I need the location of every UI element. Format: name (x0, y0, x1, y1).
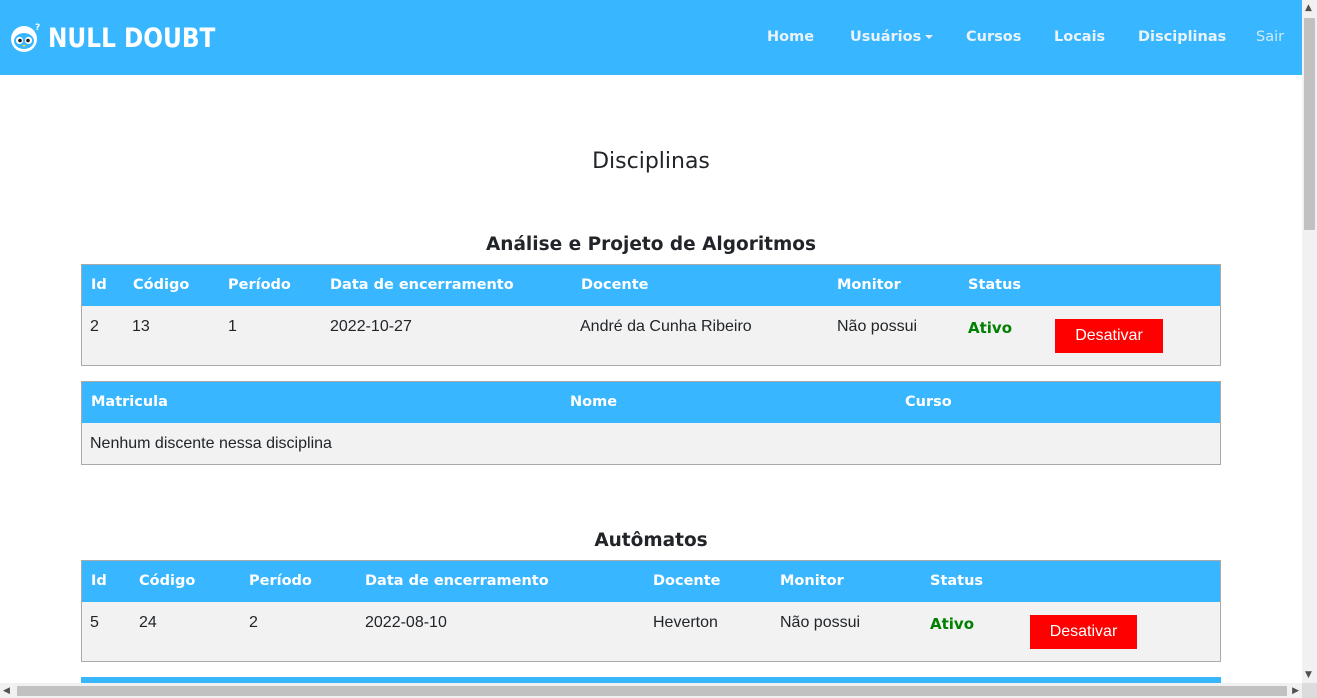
horizontal-scrollbar[interactable]: ◀ ▶ (0, 683, 1302, 698)
nav-sair[interactable]: Sair (1256, 29, 1284, 45)
status-badge: Ativo (968, 319, 1013, 337)
nav-cursos[interactable]: Cursos (966, 29, 1021, 45)
nav-disciplinas[interactable]: Disciplinas (1138, 29, 1226, 45)
scroll-up-icon[interactable]: ▲ (1305, 3, 1312, 13)
vertical-scrollbar-thumb[interactable] (1304, 18, 1315, 230)
cell-codigo: 24 (139, 614, 157, 631)
table-row: 5 24 2 2022-08-10 Heverton Não possui At… (82, 602, 1220, 661)
students-table: Matricula Nome Curso Nenhum discente nes… (81, 381, 1221, 465)
cell-codigo: 13 (132, 318, 150, 335)
nav-home[interactable]: Home (767, 29, 814, 45)
col-id: Id (91, 573, 107, 589)
col-codigo: Código (139, 573, 196, 589)
col-matricula: Matricula (91, 394, 168, 410)
table-header: Matricula Nome Curso (82, 382, 1220, 423)
table-row: 2 13 1 2022-10-27 André da Cunha Ribeiro… (82, 306, 1220, 365)
cell-docente: Heverton (653, 614, 718, 631)
scroll-left-icon[interactable]: ◀ (3, 686, 10, 696)
empty-message: Nenhum discente nessa disciplina (90, 435, 332, 452)
navbar: ? NULL DOUBT Home Usuários Cursos Locais… (0, 0, 1302, 75)
desativar-button[interactable]: Desativar (1030, 615, 1137, 649)
brand[interactable]: ? NULL DOUBT (10, 22, 243, 54)
scrollbar-corner (1302, 683, 1317, 698)
cell-periodo: 2 (249, 614, 258, 631)
cell-periodo: 1 (228, 318, 237, 335)
col-periodo: Período (228, 277, 291, 293)
disciplina-title: Análise e Projeto de Algoritmos (485, 234, 817, 255)
status-badge: Ativo (930, 615, 975, 633)
cell-id: 5 (90, 614, 99, 631)
penguin-icon: ? (11, 23, 40, 52)
scroll-right-icon[interactable]: ▶ (1292, 686, 1299, 696)
table-header: Id Código Período Data de encerramento D… (82, 265, 1220, 306)
brand-name: NULL DOUBT (48, 22, 216, 54)
nav-usuarios-dropdown[interactable]: Usuários (850, 29, 934, 45)
cell-data: 2022-10-27 (330, 318, 412, 335)
empty-row: Nenhum discente nessa disciplina (82, 423, 1220, 464)
col-docente: Docente (581, 277, 649, 293)
cell-docente: André da Cunha Ribeiro (580, 318, 752, 335)
page-title: Disciplinas (592, 149, 710, 174)
col-data: Data de encerramento (330, 277, 514, 293)
cell-monitor: Não possui (780, 614, 861, 631)
col-curso: Curso (905, 394, 952, 410)
disciplina-table: Id Código Período Data de encerramento D… (81, 264, 1221, 366)
col-monitor: Monitor (780, 573, 844, 589)
nav-locais[interactable]: Locais (1054, 29, 1105, 45)
table-header: Id Código Período Data de encerramento D… (82, 561, 1220, 602)
svg-text:?: ? (35, 23, 40, 33)
cell-data: 2022-08-10 (365, 614, 447, 631)
col-monitor: Monitor (837, 277, 901, 293)
cell-monitor: Não possui (837, 318, 918, 335)
col-status: Status (930, 573, 984, 589)
col-id: Id (91, 277, 107, 293)
disciplina-title: Autômatos (594, 530, 708, 551)
col-status: Status (968, 277, 1022, 293)
cell-id: 2 (90, 318, 99, 335)
col-docente: Docente (653, 573, 721, 589)
col-nome: Nome (570, 394, 618, 410)
scroll-down-icon[interactable]: ▼ (1305, 670, 1312, 680)
vertical-scrollbar[interactable]: ▲ ▼ (1302, 0, 1317, 683)
desativar-button[interactable]: Desativar (1055, 319, 1163, 353)
col-periodo: Período (249, 573, 312, 589)
nav-usuarios-label: Usuários (850, 29, 922, 45)
horizontal-scrollbar-thumb[interactable] (17, 686, 1287, 696)
col-data: Data de encerramento (365, 573, 549, 589)
col-codigo: Código (133, 277, 190, 293)
caret-down-icon (925, 35, 934, 39)
disciplina-table: Id Código Período Data de encerramento D… (81, 560, 1221, 662)
